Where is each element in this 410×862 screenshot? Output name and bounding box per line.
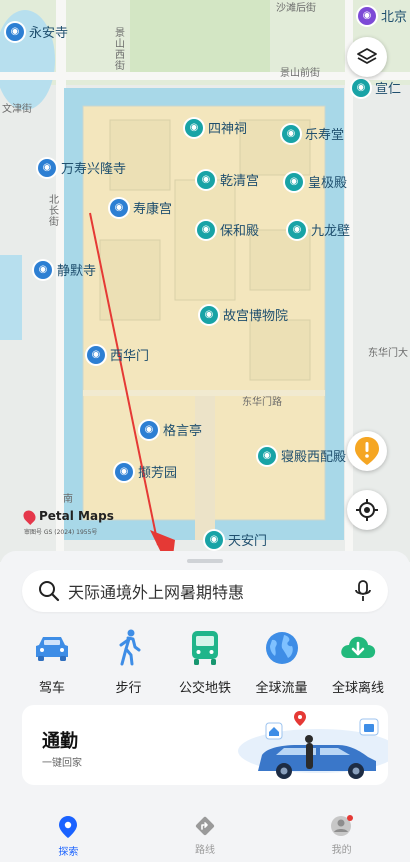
poi-jiulongbi[interactable]: ◉ 九龙壁 bbox=[288, 220, 350, 239]
search-bar[interactable]: 天际通境外上网暑期特惠 bbox=[22, 570, 388, 612]
tab-label: 探索 bbox=[58, 847, 79, 858]
street-label: 文津街 bbox=[2, 104, 32, 115]
poi-wanshou[interactable]: ◉ 万寿兴隆寺 bbox=[38, 158, 126, 177]
commute-card[interactable]: 通勤 一键回家 bbox=[22, 705, 388, 785]
poi-shoukanggong[interactable]: ◉ 寿康宫 bbox=[110, 198, 172, 217]
locate-icon bbox=[356, 499, 378, 521]
quick-action-global-data[interactable]: 全球流量 bbox=[252, 627, 312, 696]
search-placeholder[interactable]: 天际通境外上网暑期特惠 bbox=[68, 579, 354, 603]
tab-explore[interactable]: 探索 bbox=[28, 809, 108, 862]
map-certificate: 审图号 GS (2024) 1955号 bbox=[24, 529, 98, 536]
poi-gugong[interactable]: ◉ 故宫博物院 bbox=[200, 305, 288, 324]
quick-action-drive[interactable]: 驾车 bbox=[22, 627, 82, 696]
poi-baohedian[interactable]: ◉ 保和殿 bbox=[197, 220, 259, 239]
street-label: 东华门路 bbox=[242, 397, 282, 408]
street-label: 北长街 bbox=[49, 195, 59, 228]
location-pin-icon bbox=[59, 816, 78, 838]
commute-illustration bbox=[238, 711, 388, 779]
poi-pin-icon: ◉ bbox=[285, 172, 303, 191]
poi-yongansi[interactable]: ◉ 永安寺 bbox=[6, 22, 68, 41]
poi-geyanting[interactable]: ◉ 格言亭 bbox=[140, 420, 202, 439]
cloud-download-icon bbox=[341, 636, 376, 658]
poi-pin-icon: ◉ bbox=[6, 22, 24, 41]
layers-icon bbox=[357, 48, 377, 64]
search-icon bbox=[39, 581, 60, 602]
street-label: 景山前街 bbox=[280, 68, 320, 79]
quick-action-label: 全球离线 bbox=[331, 681, 384, 696]
poi-xihuamen[interactable]: ◉ 西华门 bbox=[87, 345, 149, 364]
poi-pin-icon: ◉ bbox=[352, 78, 370, 97]
tab-me[interactable]: 我的 bbox=[302, 809, 382, 862]
poi-jingmosi[interactable]: ◉ 静默寺 bbox=[34, 260, 96, 279]
poi-huangjidian[interactable]: ◉ 皇极殿 bbox=[285, 172, 347, 191]
poi-tiananmen[interactable]: ◉ 天安门 bbox=[205, 530, 267, 549]
bottom-sheet: 天际通境外上网暑期特惠 驾车 步行 公交地铁 全球流量 全球离线 通勤 一键回家… bbox=[0, 551, 410, 862]
poi-pin-icon: ◉ bbox=[87, 345, 105, 364]
microphone-icon[interactable] bbox=[354, 580, 372, 602]
poi-pin-icon: ◉ bbox=[200, 305, 218, 324]
tab-label: 路线 bbox=[194, 845, 215, 856]
quick-action-label: 公交地铁 bbox=[178, 681, 231, 696]
poi-pin-icon: ◉ bbox=[34, 260, 52, 279]
bus-icon bbox=[192, 631, 218, 665]
poi-xuanren[interactable]: ◉ 宣仁 bbox=[352, 78, 401, 97]
quick-action-label: 步行 bbox=[115, 681, 142, 696]
quick-action-walk[interactable]: 步行 bbox=[99, 627, 159, 696]
locate-button[interactable] bbox=[347, 490, 387, 530]
tab-label: 我的 bbox=[331, 845, 352, 856]
poi-pin-icon: ◉ bbox=[38, 158, 56, 177]
map-layers-button[interactable] bbox=[347, 37, 387, 77]
map-canvas bbox=[0, 0, 410, 562]
poi-qianqinggong[interactable]: ◉ 乾清宫 bbox=[197, 170, 259, 189]
quick-actions: 驾车 步行 公交地铁 全球流量 全球离线 bbox=[22, 627, 388, 696]
bottom-tab-bar: 探索 路线 我的 bbox=[0, 809, 410, 862]
street-label: 东华门大 bbox=[368, 348, 408, 359]
petal-logo-icon bbox=[21, 507, 38, 525]
car-icon bbox=[36, 637, 68, 661]
poi-pin-icon: ◉ bbox=[288, 220, 306, 239]
street-label: 南 bbox=[63, 494, 73, 505]
commute-subtitle: 一键回家 bbox=[42, 758, 82, 769]
street-label: 沙滩后街 bbox=[276, 3, 316, 14]
route-icon bbox=[195, 816, 215, 836]
poi-beijing[interactable]: ◉ 北京 bbox=[358, 6, 407, 25]
poi-pin-icon: ◉ bbox=[197, 220, 215, 239]
quick-action-label: 驾车 bbox=[38, 681, 65, 696]
poi-pin-icon: ◉ bbox=[115, 462, 133, 481]
poi-pin-icon: ◉ bbox=[140, 420, 158, 439]
quick-action-label: 全球流量 bbox=[255, 681, 308, 696]
profile-icon bbox=[330, 815, 353, 836]
poi-pin-icon: ◉ bbox=[110, 198, 128, 217]
sheet-drag-handle[interactable] bbox=[187, 559, 223, 563]
poi-pin-icon: ◉ bbox=[258, 446, 276, 465]
poi-sishenci[interactable]: ◉ 四神祠 bbox=[185, 118, 247, 137]
commute-title: 通勤 bbox=[42, 731, 78, 752]
poi-qinfangyuan[interactable]: ◉ 撷芳园 bbox=[115, 462, 177, 481]
poi-pin-icon: ◉ bbox=[205, 530, 223, 549]
report-button[interactable] bbox=[347, 431, 387, 471]
globe-icon bbox=[265, 632, 298, 664]
poi-pin-icon: ◉ bbox=[282, 124, 300, 143]
poi-pin-icon: ◉ bbox=[358, 6, 376, 25]
poi-pin-icon: ◉ bbox=[185, 118, 203, 137]
street-label: 景山西街 bbox=[115, 28, 125, 72]
poi-qindian[interactable]: ◉ 寝殿西配殿 bbox=[258, 446, 346, 465]
petal-maps-logo: Petal Maps bbox=[21, 507, 114, 525]
poi-pin-icon: ◉ bbox=[197, 170, 215, 189]
alert-pin-icon bbox=[355, 437, 379, 465]
map-view[interactable]: ◉ 永安寺 ◉ 北京 ◉ 宣仁 ◉ 四神祠 ◉ 乐寿堂 ◉ 万寿兴隆寺 ◉ 乾清宫 ◉ 皇极殿 … bbox=[0, 0, 410, 562]
tab-route[interactable]: 路线 bbox=[165, 809, 245, 862]
walk-icon bbox=[119, 629, 140, 666]
quick-action-offline[interactable]: 全球离线 bbox=[328, 627, 388, 696]
poi-leshoutang[interactable]: ◉ 乐寿堂 bbox=[282, 124, 344, 143]
quick-action-transit[interactable]: 公交地铁 bbox=[175, 627, 235, 696]
